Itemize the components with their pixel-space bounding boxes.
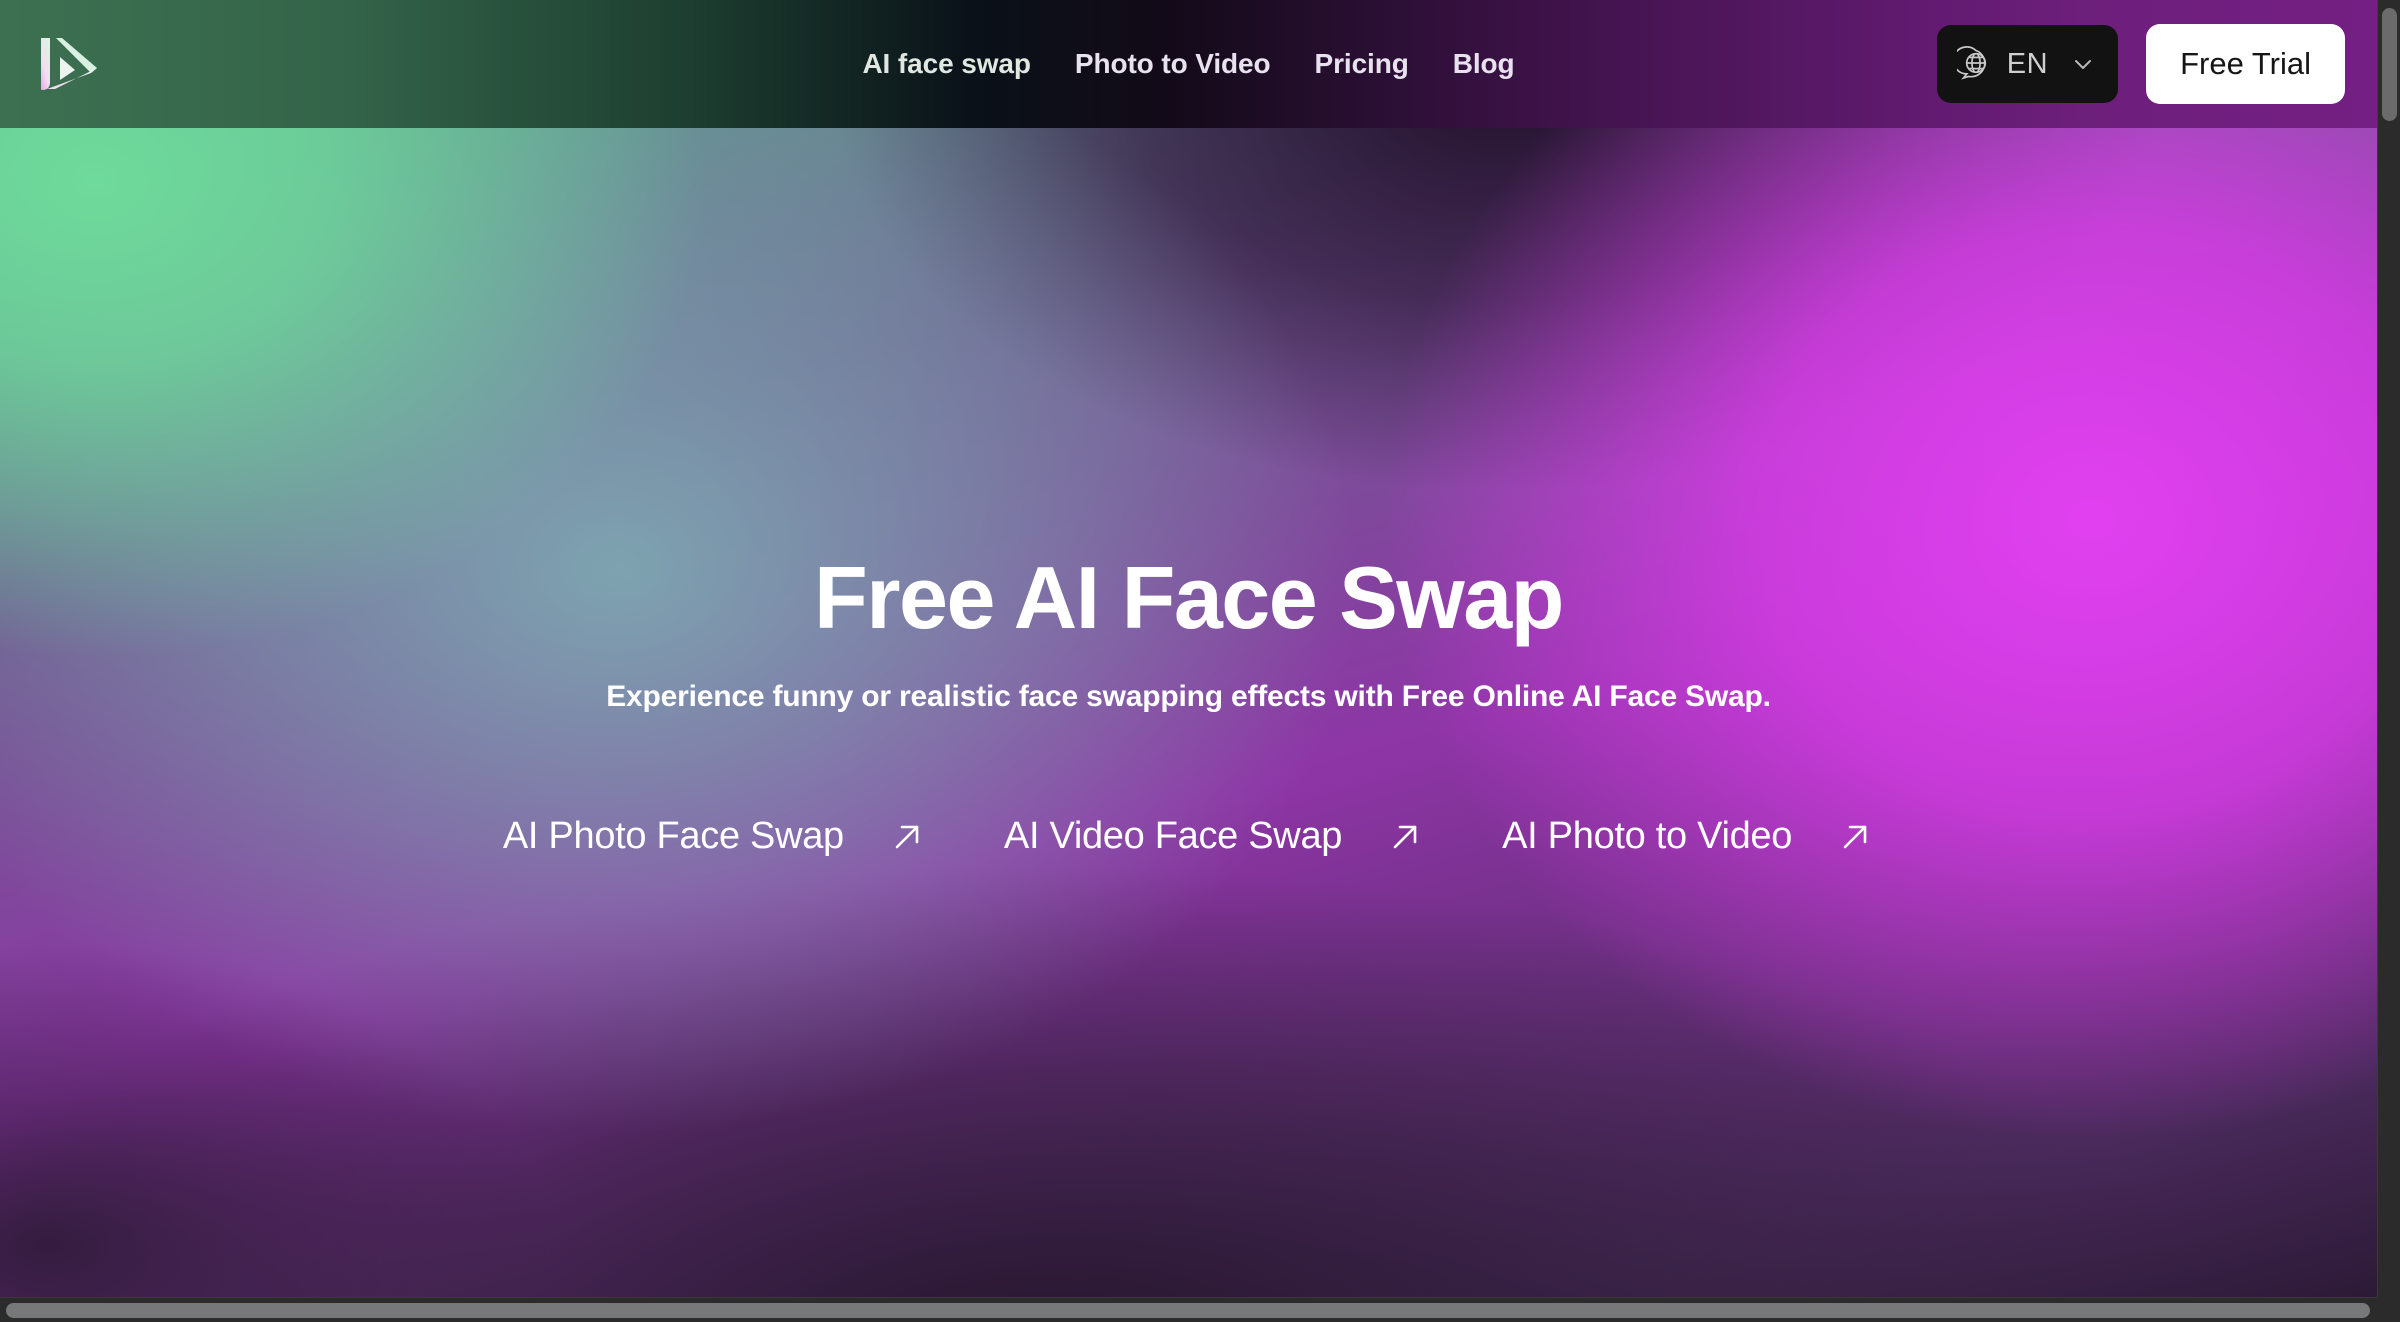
hero-links: AI Photo Face Swap AI Video Face Swap AI… bbox=[503, 807, 1874, 866]
site-header: AI face swap Photo to Video Pricing Blog bbox=[0, 0, 2377, 128]
hero-link-label: AI Photo to Video bbox=[1502, 815, 1793, 858]
chevron-down-icon bbox=[2075, 60, 2092, 69]
hero-link-ai-video-face-swap[interactable]: AI Video Face Swap bbox=[1004, 807, 1424, 866]
horizontal-scrollbar-thumb[interactable] bbox=[6, 1303, 2370, 1318]
nav-item-ai-face-swap[interactable]: AI face swap bbox=[840, 38, 1052, 90]
hero-background-gradient bbox=[0, 0, 2377, 1297]
arrow-up-right-icon bbox=[1393, 825, 1417, 849]
horizontal-scrollbar[interactable] bbox=[0, 1297, 2400, 1322]
nav-item-photo-to-video[interactable]: Photo to Video bbox=[1053, 38, 1293, 90]
free-trial-button[interactable]: Free Trial bbox=[2146, 24, 2345, 104]
hero-link-label: AI Video Face Swap bbox=[1003, 815, 1343, 858]
arrow-up-right-icon bbox=[1843, 825, 1867, 849]
browser-viewport: AI face swap Photo to Video Pricing Blog bbox=[0, 0, 2400, 1322]
hero-subtitle: Experience funny or realistic face swapp… bbox=[606, 680, 1771, 714]
arrow-up-right-icon bbox=[895, 825, 919, 849]
scrollbar-corner bbox=[2377, 1297, 2400, 1322]
header-actions: EN Free Trial bbox=[1936, 0, 2345, 128]
language-code: EN bbox=[2006, 47, 2049, 80]
vertical-scrollbar[interactable] bbox=[2377, 0, 2400, 1297]
page-title: Free AI Face Swap bbox=[814, 548, 1564, 647]
hero-link-label: AI Photo Face Swap bbox=[502, 815, 844, 858]
vertical-scrollbar-thumb[interactable] bbox=[2382, 8, 2397, 121]
nav-item-pricing[interactable]: Pricing bbox=[1293, 38, 1431, 90]
hero-link-ai-photo-face-swap[interactable]: AI Photo Face Swap bbox=[503, 807, 926, 866]
hero-link-ai-photo-to-video[interactable]: AI Photo to Video bbox=[1502, 807, 1874, 866]
language-selector[interactable]: EN bbox=[1936, 25, 2119, 103]
nav-item-blog[interactable]: Blog bbox=[1431, 38, 1537, 90]
globe-icon bbox=[1956, 46, 1986, 80]
page-content: AI face swap Photo to Video Pricing Blog bbox=[0, 0, 2377, 1297]
